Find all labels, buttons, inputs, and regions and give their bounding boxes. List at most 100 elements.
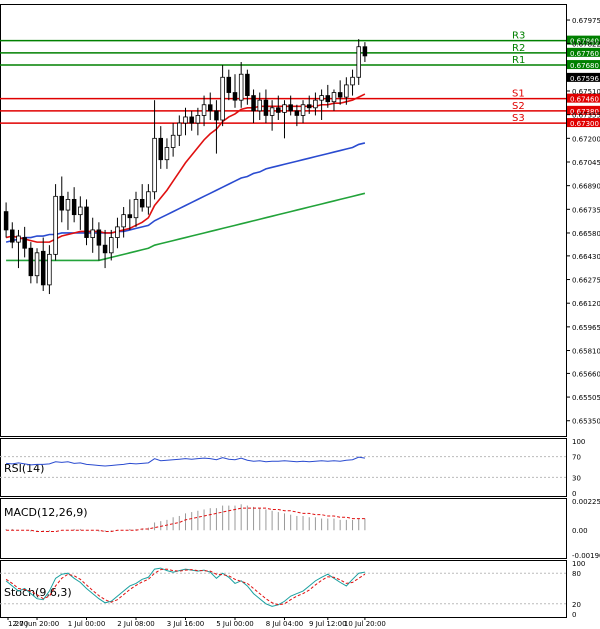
time-tick-label: 27 Jun 20:00: [15, 620, 59, 628]
price-tick-label: 0.65965: [572, 324, 600, 332]
price-tick-label: 0.66120: [572, 300, 600, 308]
chart-frames: [0, 4, 567, 618]
panel-frame: [0, 438, 567, 497]
candle-bull: [146, 191, 151, 208]
rsi-tick-label: 70: [572, 454, 581, 462]
candle-bear: [71, 198, 77, 216]
candle-bear: [102, 244, 108, 254]
candle-bear: [207, 104, 213, 112]
level-name: R3: [512, 31, 525, 42]
level-name: S2: [512, 101, 525, 112]
price-tick-label: 0.67045: [572, 159, 600, 167]
candle-bull: [164, 147, 170, 161]
price-tick-label: 0.65350: [572, 418, 600, 426]
price-tick-label: 0.66430: [572, 253, 600, 261]
candle-bull: [350, 76, 355, 86]
candle-bear: [337, 92, 343, 98]
candle-bull: [282, 104, 287, 113]
ma-line-blue: [5, 142, 366, 243]
candle-bull: [269, 107, 275, 116]
candle-bull: [177, 122, 182, 136]
candle-bear: [3, 211, 9, 231]
candle-bear: [325, 95, 331, 103]
price-tick-label: 0.67200: [572, 135, 600, 143]
candle-bull: [34, 252, 40, 277]
rsi-tick-label: 100: [572, 438, 585, 446]
price-tick-label: 0.67510: [572, 88, 600, 96]
candle-bull: [53, 195, 58, 255]
candle-bear: [214, 110, 219, 121]
chart-canvas: R3 0.67840R2 0.67760R1 0.67680S1 0.67460S2 0.…: [0, 4, 600, 628]
price-tick-label: 0.67975: [572, 17, 600, 25]
stoch-tick-label: 100: [572, 560, 585, 568]
candle-bear: [84, 206, 89, 238]
candle-bear: [59, 195, 65, 211]
price-tick-label: 0.67822: [572, 40, 600, 48]
candle-bull: [133, 198, 139, 219]
candle-bull: [109, 237, 114, 254]
candle-bull: [121, 214, 126, 228]
candle-bear: [10, 229, 15, 243]
candle-bear: [40, 250, 46, 286]
price-tick-label: 0.65810: [572, 348, 600, 356]
candle-bear: [127, 214, 133, 219]
stoch-tick-label: 80: [572, 570, 581, 578]
time-tick-label: 8 Jul 04:00: [266, 620, 304, 628]
level-name: R2: [512, 43, 525, 54]
time-tick-label: 5 Jul 00:00: [216, 620, 254, 628]
level-price-label: 0.67680: [570, 62, 599, 70]
candle-bull: [238, 73, 244, 101]
candle-bear: [226, 76, 232, 93]
candle-bull: [220, 76, 225, 121]
candle-bull: [47, 253, 52, 286]
time-tick-label: 10 Jul 20:00: [344, 620, 386, 628]
macd-panel: MACD(12,26,9) 0.002253 0.00 -0.001907: [4, 498, 600, 560]
candle-bull: [170, 134, 176, 148]
candle-bull: [356, 46, 361, 78]
candle-bear: [251, 95, 256, 112]
stoch-panel: Stoch(9,6,3) 10080200: [0, 560, 585, 619]
stoch-tick-label: 20: [572, 601, 581, 609]
macd-label: MACD(12,26,9): [4, 506, 88, 519]
price-tick-label: 0.65660: [572, 370, 600, 378]
candle-bear: [22, 237, 27, 249]
candle-bull: [313, 99, 318, 109]
level-price-label: 0.67760: [570, 50, 599, 58]
candle-bear: [362, 46, 368, 57]
rsi-line: [6, 456, 365, 467]
candle-bear: [263, 99, 269, 116]
candle-bull: [195, 115, 201, 124]
candle-bull: [319, 95, 324, 101]
stoch-tick-label: 0: [572, 611, 576, 619]
candle-bull: [300, 104, 306, 116]
macd-tick-label: -0.001907: [572, 552, 600, 560]
candlesticks: [3, 39, 368, 295]
candle-bear: [245, 73, 250, 96]
candle-bull: [331, 92, 337, 103]
candle-bull: [257, 99, 262, 112]
level-name: S3: [512, 113, 525, 124]
candle-bull: [201, 104, 207, 116]
macd-tick-label: 0.00: [572, 527, 588, 535]
candle-bull: [16, 235, 21, 243]
price-tick-label: 0.66580: [572, 230, 600, 238]
candle-bear: [288, 104, 293, 112]
level-price-label: 0.67460: [570, 96, 599, 104]
time-tick-label: 3 Jul 16:00: [167, 620, 205, 628]
candle-bull: [344, 84, 349, 98]
candle-bear: [232, 92, 238, 101]
candle-bull: [90, 229, 95, 238]
macd-tick-label: 0.002253: [572, 498, 600, 506]
candle-bear: [306, 104, 312, 109]
price-tick-label: 0.66275: [572, 277, 600, 285]
price-tick-label: 0.65505: [572, 394, 600, 402]
candle-bear: [189, 116, 194, 124]
level-price-label: 0.67300: [570, 120, 599, 128]
rsi-tick-label: 0: [572, 490, 576, 498]
level-name: S1: [512, 89, 525, 100]
current-price-label: 0.67596: [570, 75, 599, 83]
candle-bear: [28, 247, 34, 277]
candle-bear: [276, 107, 281, 113]
level-name: R1: [512, 55, 525, 66]
support-resistance-levels: R3 0.67840R2 0.67760R1 0.67680S1 0.67460S2 0.…: [0, 31, 600, 128]
